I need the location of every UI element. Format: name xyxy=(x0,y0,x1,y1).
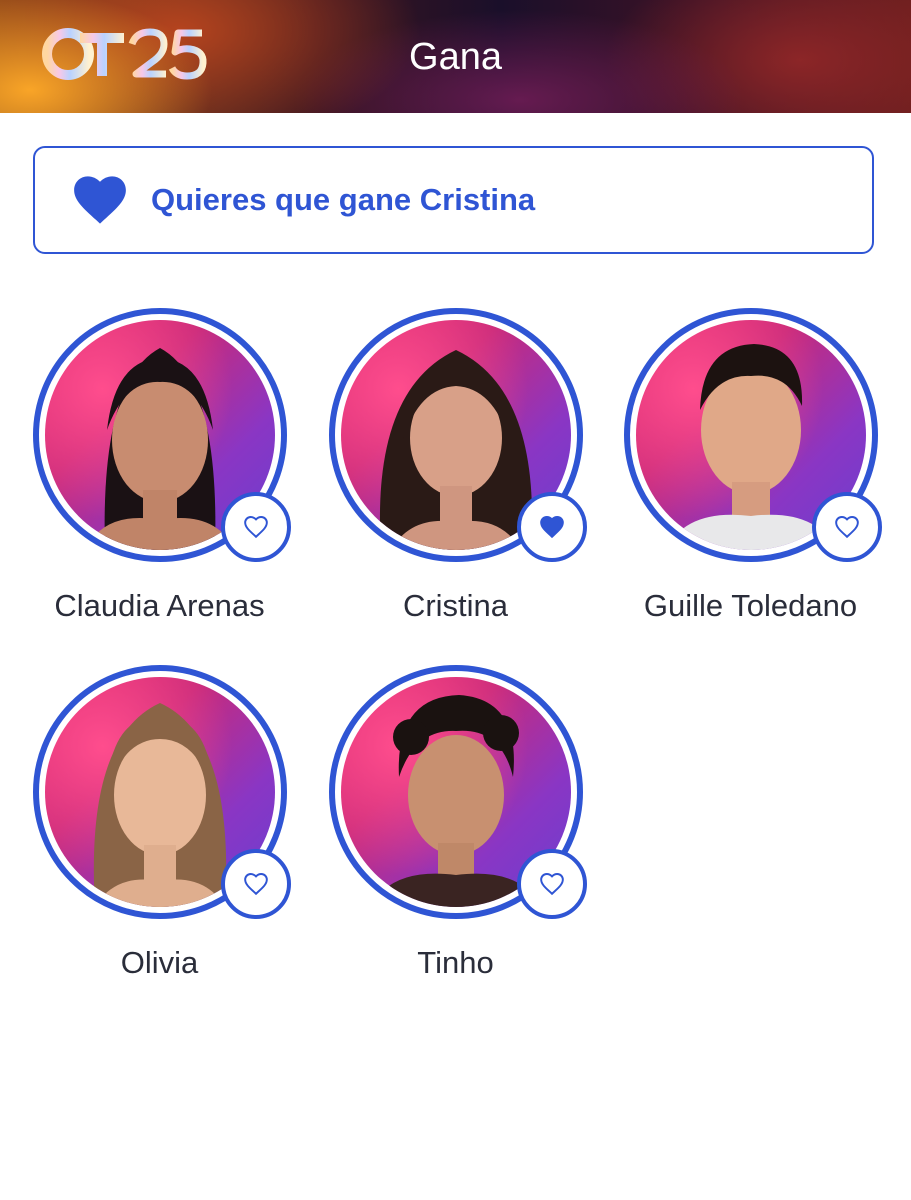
heart-filled-icon xyxy=(539,516,564,539)
contestant-card[interactable]: Guille Toledano xyxy=(603,308,898,626)
contestant-card[interactable]: Olivia xyxy=(12,665,307,983)
heart-outline-icon xyxy=(243,516,268,539)
favorite-toggle-button[interactable] xyxy=(220,849,291,919)
heart-outline-icon xyxy=(539,873,564,896)
favorite-toggle-button[interactable] xyxy=(516,492,587,562)
contestant-name: Tinho xyxy=(417,945,494,980)
contestant-name: Guille Toledano xyxy=(643,588,858,623)
heart-filled-icon xyxy=(74,176,126,224)
heart-outline-icon xyxy=(243,873,268,896)
vote-status-text: Quieres que gane Cristina xyxy=(151,182,536,217)
favorite-toggle-button[interactable] xyxy=(811,492,882,562)
contestant-name: Claudia Arenas xyxy=(54,588,265,623)
contestant-card[interactable]: Claudia Arenas xyxy=(12,308,307,626)
heart-outline-icon xyxy=(834,516,859,539)
favorite-toggle-button[interactable] xyxy=(220,492,291,562)
vote-status-banner: Quieres que gane Cristina xyxy=(33,146,874,254)
contestant-name: Cristina xyxy=(402,588,509,623)
contestant-name: Olivia xyxy=(120,945,199,980)
contestant-card[interactable]: Tinho xyxy=(308,665,603,983)
app-header: Gana xyxy=(0,0,911,113)
contestant-card[interactable]: Cristina xyxy=(308,308,603,626)
favorite-toggle-button[interactable] xyxy=(516,849,587,919)
page-title: Gana xyxy=(409,36,502,78)
